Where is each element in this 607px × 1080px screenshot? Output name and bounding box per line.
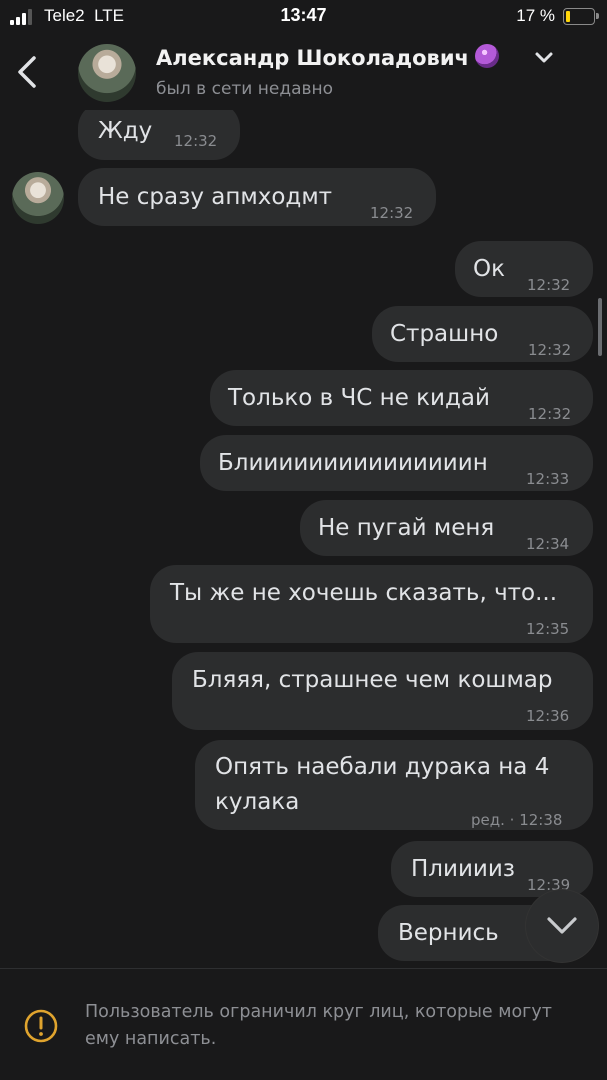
message-time: 12:32 bbox=[527, 276, 571, 294]
back-button[interactable] bbox=[14, 54, 44, 90]
message-time: 12:33 bbox=[526, 470, 570, 488]
crystal-ball-icon bbox=[474, 44, 499, 68]
message-bubble[interactable]: Только в ЧС не кидай 12:32 bbox=[210, 370, 593, 426]
chevron-left-icon bbox=[18, 56, 36, 88]
message-bubble[interactable]: Опять наебали дурака на 4 кулака ред. · … bbox=[195, 740, 593, 830]
restriction-text: Пользователь ограничил круг лиц, которые… bbox=[85, 1002, 552, 1049]
message-bubble[interactable]: Плииииз 12:39 bbox=[391, 841, 593, 897]
sender-avatar[interactable] bbox=[12, 172, 64, 224]
scroll-to-bottom-button[interactable] bbox=[526, 890, 598, 962]
message-bubble[interactable]: Жду 12:32 bbox=[78, 110, 240, 160]
edited-label: ред. · bbox=[471, 811, 520, 829]
contact-avatar[interactable] bbox=[78, 44, 136, 102]
battery-icon bbox=[563, 8, 599, 25]
message-time: 12:32 bbox=[370, 204, 414, 222]
message-time: 12:32 bbox=[528, 341, 572, 359]
restriction-notice: Пользователь ограничил круг лиц, которые… bbox=[0, 969, 607, 1080]
message-time: 12:36 bbox=[526, 707, 570, 725]
message-time: 12:35 bbox=[526, 620, 570, 638]
message-list[interactable]: Жду 12:32 Не сразу апмходмт 12:32 Ок 12:… bbox=[0, 110, 607, 966]
message-time: 12:38 bbox=[519, 811, 563, 829]
chevron-down-icon[interactable] bbox=[534, 50, 554, 64]
status-bar: Tele2 LTE 13:47 17 % bbox=[0, 0, 607, 34]
message-bubble[interactable]: Не сразу апмходмт 12:32 bbox=[78, 168, 436, 226]
warning-icon bbox=[24, 1009, 58, 1043]
contact-name[interactable]: Александр Шоколадович bbox=[156, 44, 499, 70]
message-bubble[interactable]: Блииииииииииииииин 12:33 bbox=[200, 435, 593, 491]
message-bubble[interactable]: Бляяя, страшнее чем кошмар 12:36 bbox=[172, 652, 593, 730]
message-bubble[interactable]: Не пугай меня 12:34 bbox=[300, 500, 593, 556]
battery-percent: 17 % bbox=[516, 6, 555, 25]
message-time: 12:34 bbox=[526, 535, 570, 553]
chevron-down-icon bbox=[547, 917, 577, 934]
chat-header: Александр Шоколадович был в сети недавно bbox=[0, 34, 607, 110]
scrollbar[interactable] bbox=[598, 298, 602, 356]
message-time: 12:32 bbox=[174, 132, 218, 150]
message-time: 12:32 bbox=[528, 405, 572, 423]
message-bubble[interactable]: Ок 12:32 bbox=[455, 241, 593, 297]
contact-status: был в сети недавно bbox=[156, 79, 334, 99]
message-bubble[interactable]: Ты же не хочешь сказать, что... 12:35 bbox=[150, 565, 593, 643]
message-bubble[interactable]: Страшно 12:32 bbox=[372, 306, 593, 362]
